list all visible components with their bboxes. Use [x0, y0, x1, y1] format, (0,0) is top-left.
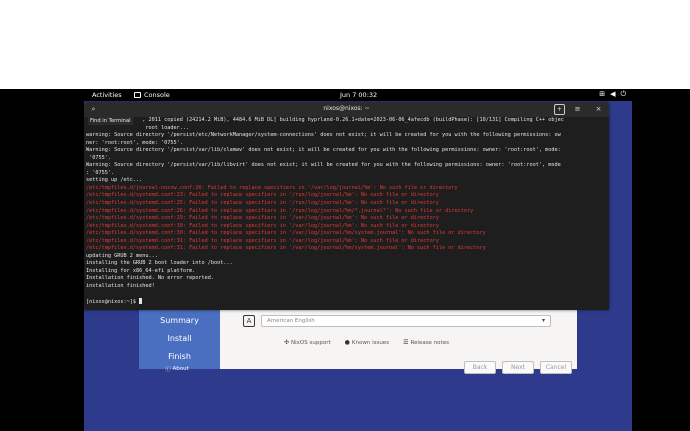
sidebar-item-install: Install — [167, 334, 192, 343]
terminal-line: warning: Source directory '/persist/etc/… — [86, 132, 561, 139]
terminal-line: /etc/tmpfiles.d/systemd.conf:25: Failed … — [86, 200, 439, 207]
next-button[interactable]: Next — [502, 361, 534, 374]
system-tray[interactable]: ⊞ ◀ ⏻ — [599, 90, 626, 99]
chevron-down-icon: ▾ — [541, 317, 545, 324]
language-row: A American English ▾ — [243, 315, 551, 327]
clock[interactable]: Jun 7 00:32 — [340, 91, 377, 99]
terminal-line: /etc/tmpfiles.d/systemd.conf:31: Failed … — [86, 245, 486, 252]
network-icon: ⊞ — [599, 90, 606, 98]
top-bar: Activities Console Jun 7 00:32 ⊞ ◀ ⏻ — [84, 89, 632, 101]
nixos-support-label: NixOS support — [291, 340, 331, 346]
terminal-line: , 2011 copied (24214.2 MiB), 4484.6 MiB … — [86, 117, 564, 123]
power-icon: ⏻ — [620, 90, 626, 98]
terminal-output[interactable]: , 2011 copied (24214.2 MiB), 4484.6 MiB … — [86, 117, 606, 307]
info-links: ✣ NixOS support ● Known issues ☰ Release no… — [284, 339, 449, 346]
notes-icon: ☰ — [403, 339, 409, 346]
about-button[interactable]: ⓘ About — [165, 365, 189, 373]
terminal-line: installing the GRUB 2 boot loader into /… — [86, 260, 233, 267]
help-icon: ✣ — [284, 339, 290, 346]
terminal-line: setting up /etc... — [86, 177, 143, 184]
known-issues-link[interactable]: ● Known issues — [345, 339, 389, 346]
app-name: Console — [144, 91, 170, 99]
terminal-line: : '0755'. — [86, 169, 115, 176]
menu-icon[interactable]: ≡ — [572, 104, 583, 115]
find-tooltip: Find in Terminal — [88, 117, 133, 125]
about-label: About — [172, 366, 189, 372]
volume-icon: ◀ — [610, 90, 616, 98]
terminal-line: Installation finished. No error reported… — [86, 275, 215, 282]
terminal-line: /etc/tmpfiles.d/systemd.conf:31: Failed … — [86, 237, 439, 244]
terminal-line: Installing for x86_64-efi platform. — [86, 267, 196, 274]
terminal-line: /etc/tmpfiles.d/systemd.conf:30: Failed … — [86, 222, 439, 229]
nixos-support-link[interactable]: ✣ NixOS support — [284, 339, 331, 346]
terminal-line: installation finished! — [86, 283, 155, 290]
info-icon: ⓘ — [165, 367, 171, 373]
app-menu[interactable]: Console — [134, 91, 170, 99]
terminal-line: /etc/tmpfiles.d/systemd.conf:29: Failed … — [86, 215, 439, 222]
navigation-buttons: Back Next Cancel — [464, 361, 572, 374]
terminal-window[interactable]: ⌕ nixos@nixos: ~ + ≡ × , 2011 copied (24… — [84, 102, 609, 310]
release-notes-link[interactable]: ☰ Release notes — [403, 339, 449, 346]
terminal-line: /etc/tmpfiles.d/journal-nocow.conf:26: F… — [86, 184, 458, 191]
prompt-text: [nixos@nixos:~]$ — [86, 299, 140, 306]
sidebar-item-finish: Finish — [168, 352, 191, 361]
terminal-line: updating GRUB 2 menu... — [86, 252, 158, 259]
activities-button[interactable]: Activities — [92, 91, 122, 99]
new-tab-icon[interactable]: + — [554, 104, 565, 115]
terminal-line: Warning: Source directory '/persist/var/… — [86, 147, 561, 154]
screen: Activities Console Jun 7 00:32 ⊞ ◀ ⏻ Sum… — [0, 89, 690, 431]
release-notes-label: Release notes — [410, 340, 449, 346]
language-icon: A — [243, 315, 255, 327]
language-select[interactable]: American English ▾ — [261, 315, 551, 327]
terminal-line: root loader... — [86, 124, 190, 131]
bug-icon: ● — [344, 339, 350, 346]
terminal-line: /etc/tmpfiles.d/systemd.conf:23: Failed … — [86, 192, 439, 199]
cancel-button[interactable]: Cancel — [540, 361, 572, 374]
back-button[interactable]: Back — [464, 361, 496, 374]
terminal-line: /etc/tmpfiles.d/systemd.conf:30: Failed … — [86, 230, 486, 237]
terminal-line: '0755'. — [86, 154, 111, 161]
console-icon — [134, 92, 141, 98]
language-value: American English — [267, 318, 315, 324]
terminal-prompt[interactable]: [nixos@nixos:~]$ — [86, 298, 606, 307]
known-issues-label: Known issues — [351, 340, 390, 346]
close-icon[interactable]: × — [593, 104, 604, 115]
terminal-line: /etc/tmpfiles.d/systemd.conf:26: Failed … — [86, 207, 474, 214]
sidebar-item-summary: Summary — [160, 316, 199, 325]
terminal-line: ner: 'root:root', mode: '0755'. — [86, 139, 183, 146]
terminal-line: Warning: Source directory '/persist/var/… — [86, 162, 561, 169]
terminal-header: ⌕ nixos@nixos: ~ + ≡ × — [84, 102, 609, 117]
text-cursor — [139, 298, 143, 305]
terminal-title: nixos@nixos: ~ — [323, 105, 370, 112]
